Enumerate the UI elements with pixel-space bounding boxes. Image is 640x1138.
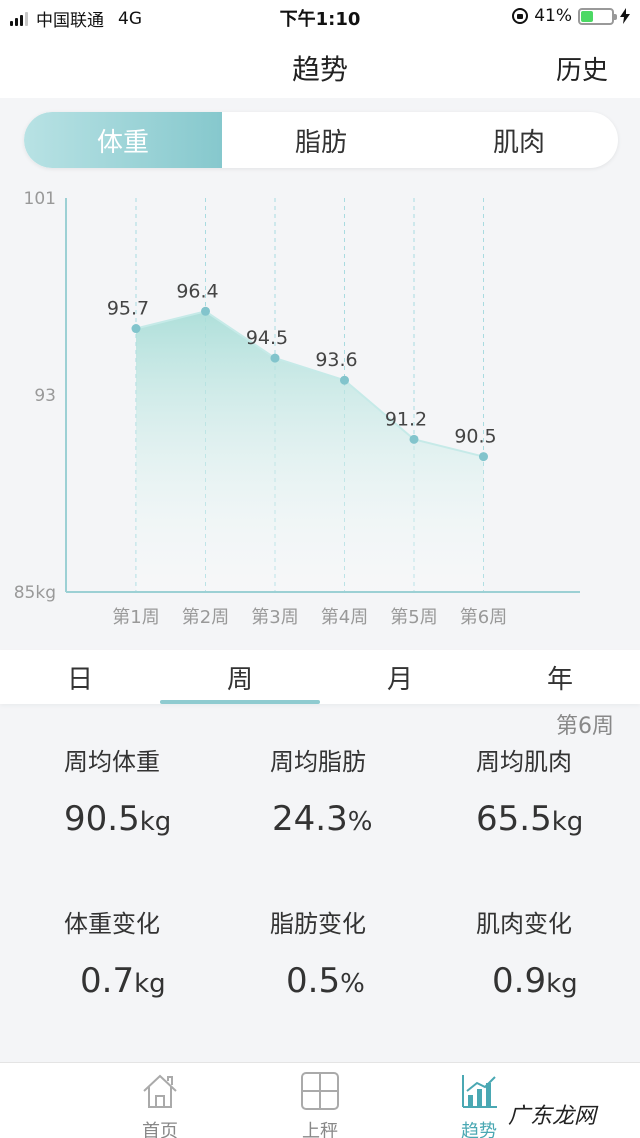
rotation-lock-icon	[512, 8, 529, 24]
stat-avg-muscle: 周均肌肉 65.5kg	[476, 742, 640, 839]
tab-home[interactable]: 首页	[115, 1071, 205, 1138]
battery-percent: 41%	[534, 6, 572, 26]
y-tick-label: 85kg	[14, 583, 56, 603]
data-point	[340, 375, 349, 385]
tab-label: 上秤	[302, 1121, 338, 1138]
area-fill	[136, 311, 484, 592]
nav-bar: 趋势 历史	[0, 34, 640, 98]
x-tick-label: 第2周	[182, 607, 229, 628]
data-point	[479, 452, 488, 462]
stat-value: 24.3	[272, 799, 348, 839]
data-label: 91.2	[385, 408, 427, 430]
trend-icon	[462, 1075, 497, 1108]
battery-icon	[578, 7, 617, 25]
x-tick-label: 第4周	[321, 607, 368, 628]
tab-week[interactable]: 周	[160, 650, 320, 704]
x-tick-label: 第1周	[112, 607, 159, 628]
tab-year[interactable]: 年	[480, 650, 640, 704]
stat-unit: kg	[551, 807, 584, 837]
stat-fat-change: 脂肪变化 0.5%	[270, 904, 480, 1001]
watermark: 广东龙网	[504, 1098, 601, 1130]
stat-value: 90.5	[64, 799, 140, 839]
charging-bolt-icon	[620, 8, 630, 24]
stat-unit: %	[347, 807, 373, 837]
metric-segmented-control: 体重 脂肪 肌肉	[24, 112, 618, 168]
weight-trend-chart: 101 93 85kg 95.7 96.4 94.5 93.6 91.2 90.5 第1周 第2周 第…	[0, 180, 640, 645]
stat-value: 65.5	[476, 799, 552, 839]
stat-label: 周均脂肪	[270, 748, 366, 776]
stat-label: 体重变化	[64, 910, 160, 938]
x-tick-label: 第6周	[460, 607, 507, 628]
stat-value: 0.5	[286, 961, 341, 1001]
tab-scale[interactable]: 上秤	[275, 1071, 365, 1138]
stat-unit: kg	[546, 969, 578, 999]
data-label: 93.6	[315, 349, 357, 371]
stat-avg-fat: 周均脂肪 24.3%	[270, 742, 480, 839]
stat-muscle-change: 肌肉变化 0.9kg	[476, 904, 640, 1001]
page-title: 趋势	[291, 53, 348, 86]
y-tick-label: 93	[34, 386, 56, 406]
stat-unit: kg	[134, 969, 166, 999]
period-tabs: 日 周 月 年	[0, 650, 640, 704]
status-bar: 中国联通 4G 下午1:10 41%	[0, 0, 640, 34]
chart-svg: 101 93 85kg 95.7 96.4 94.5 93.6 91.2 90.5 第1周 第2周 第…	[14, 189, 580, 628]
stat-weight-change: 体重变化 0.7kg	[64, 904, 274, 1001]
stat-label: 周均体重	[64, 748, 160, 776]
home-icon	[143, 1074, 177, 1108]
data-label: 95.7	[107, 298, 149, 320]
stat-label: 肌肉变化	[476, 910, 572, 938]
stat-value: 0.7	[80, 961, 135, 1001]
stat-unit: kg	[139, 807, 172, 837]
stat-label: 周均肌肉	[476, 748, 572, 776]
x-tick-label: 第5周	[390, 607, 437, 628]
stat-avg-weight: 周均体重 90.5kg	[64, 742, 274, 839]
tab-day[interactable]: 日	[0, 650, 160, 704]
stat-value: 0.9	[492, 961, 547, 1001]
tab-muscle[interactable]: 肌肉	[420, 112, 618, 168]
data-point	[201, 306, 210, 316]
data-point	[409, 434, 419, 444]
tab-label: 首页	[142, 1121, 178, 1138]
tab-weight[interactable]: 体重	[24, 112, 222, 168]
stat-label: 脂肪变化	[270, 910, 366, 938]
data-point	[270, 353, 280, 363]
tab-fat[interactable]: 脂肪	[222, 112, 420, 168]
history-button[interactable]: 历史	[556, 50, 608, 87]
data-label: 90.5	[454, 426, 496, 448]
data-label: 96.4	[176, 280, 218, 302]
data-label: 94.5	[246, 327, 288, 349]
x-tick-label: 第3周	[251, 607, 298, 628]
current-week-label: 第6周	[556, 714, 614, 739]
y-tick-label: 101	[24, 189, 56, 209]
tab-month[interactable]: 月	[320, 650, 480, 704]
stat-unit: %	[340, 969, 365, 999]
scale-icon	[301, 1072, 339, 1110]
data-point	[131, 324, 141, 334]
